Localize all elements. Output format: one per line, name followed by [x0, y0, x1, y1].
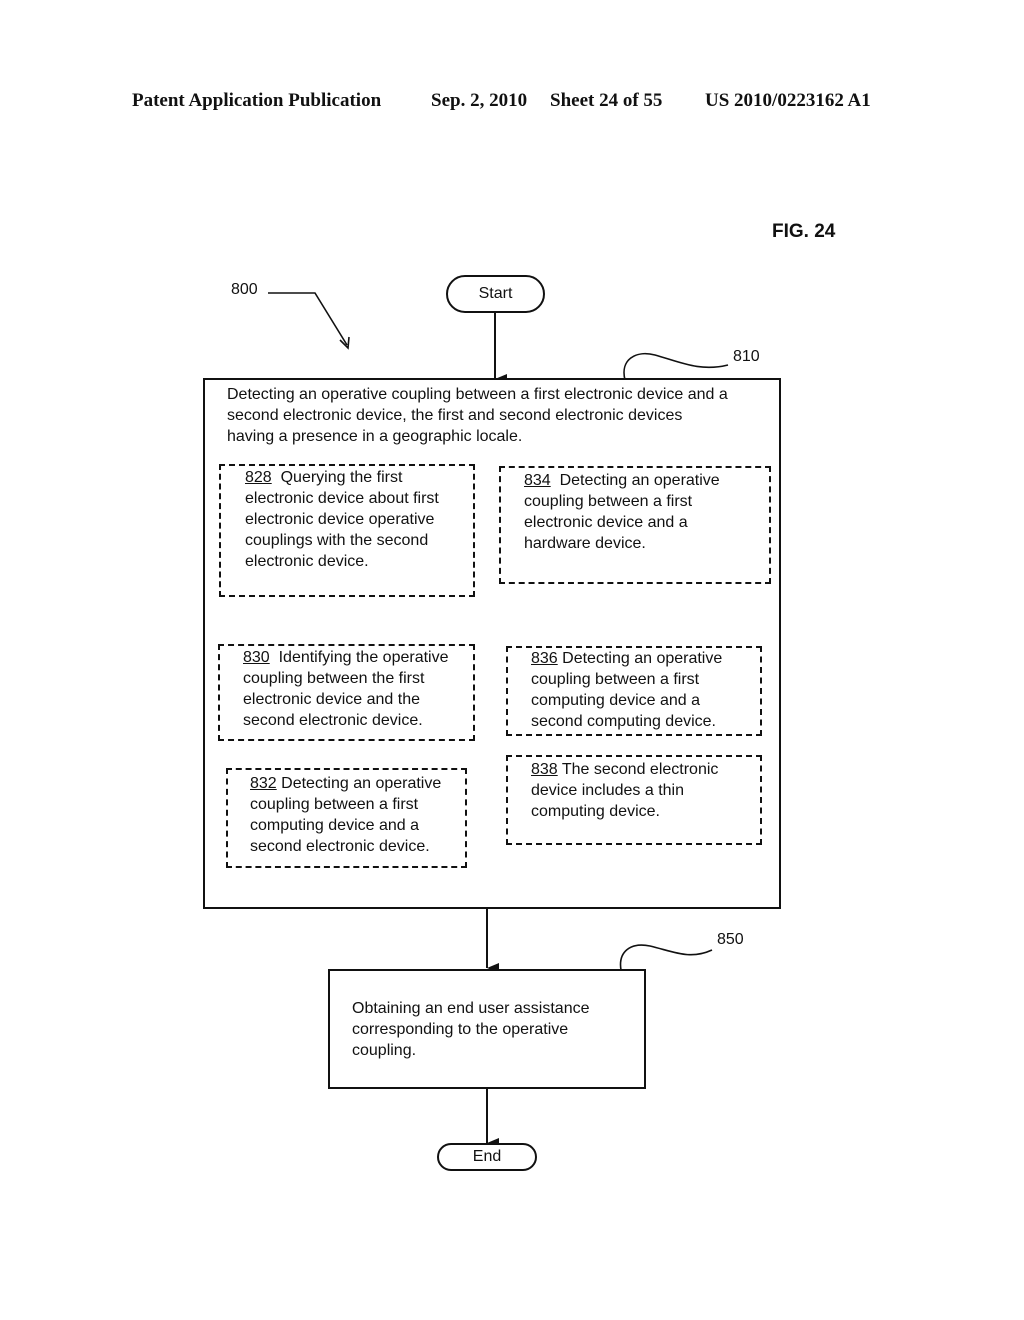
option-832-description: Detecting an operative coupling between … — [250, 775, 442, 855]
option-836-description: Detecting an operative coupling between … — [531, 650, 723, 730]
option-836-text: 836 Detecting an operative coupling betw… — [531, 648, 756, 732]
ref-800-arrowhead — [339, 336, 350, 350]
ref-810-squiggle — [623, 353, 729, 381]
start-terminal: Start — [446, 275, 545, 313]
step-810-text: Detecting an operative coupling between … — [227, 384, 787, 447]
ref-810: 810 — [733, 348, 760, 365]
option-828-text: 828 Querying the first electronic device… — [245, 467, 470, 572]
option-834-text: 834 Detecting an operative coupling betw… — [524, 470, 754, 554]
option-834-number: 834 — [524, 472, 551, 489]
step-850-text: Obtaining an end user assistance corresp… — [352, 1000, 590, 1059]
option-828-number: 828 — [245, 469, 272, 486]
option-838-description: The second electronic device includes a … — [531, 761, 719, 820]
option-832-number: 832 — [250, 775, 277, 792]
step-810-line: Detecting an operative coupling between … — [227, 386, 728, 403]
option-834-description: Detecting an operative coupling between … — [524, 472, 720, 552]
option-828-description: Querying the first electronic device abo… — [245, 469, 439, 570]
ref-800: 800 — [231, 281, 258, 298]
ref-850-squiggle — [619, 944, 713, 971]
ref-850: 850 — [717, 931, 744, 948]
step-810-line: second electronic device, the first and … — [227, 407, 683, 424]
end-terminal: End — [437, 1143, 537, 1171]
option-838-number: 838 — [531, 761, 558, 778]
option-832-text: 832 Detecting an operative coupling betw… — [250, 773, 468, 857]
option-830-number: 830 — [243, 649, 270, 666]
option-838-text: 838 The second electronic device include… — [531, 759, 746, 822]
option-836-number: 836 — [531, 650, 558, 667]
step-810-line: having a presence in a geographic locale… — [227, 428, 523, 445]
option-830-text: 830 Identifying the operative coupling b… — [243, 647, 475, 731]
option-830-description: Identifying the operative coupling betwe… — [243, 649, 449, 729]
ref-800-leader — [268, 292, 348, 346]
